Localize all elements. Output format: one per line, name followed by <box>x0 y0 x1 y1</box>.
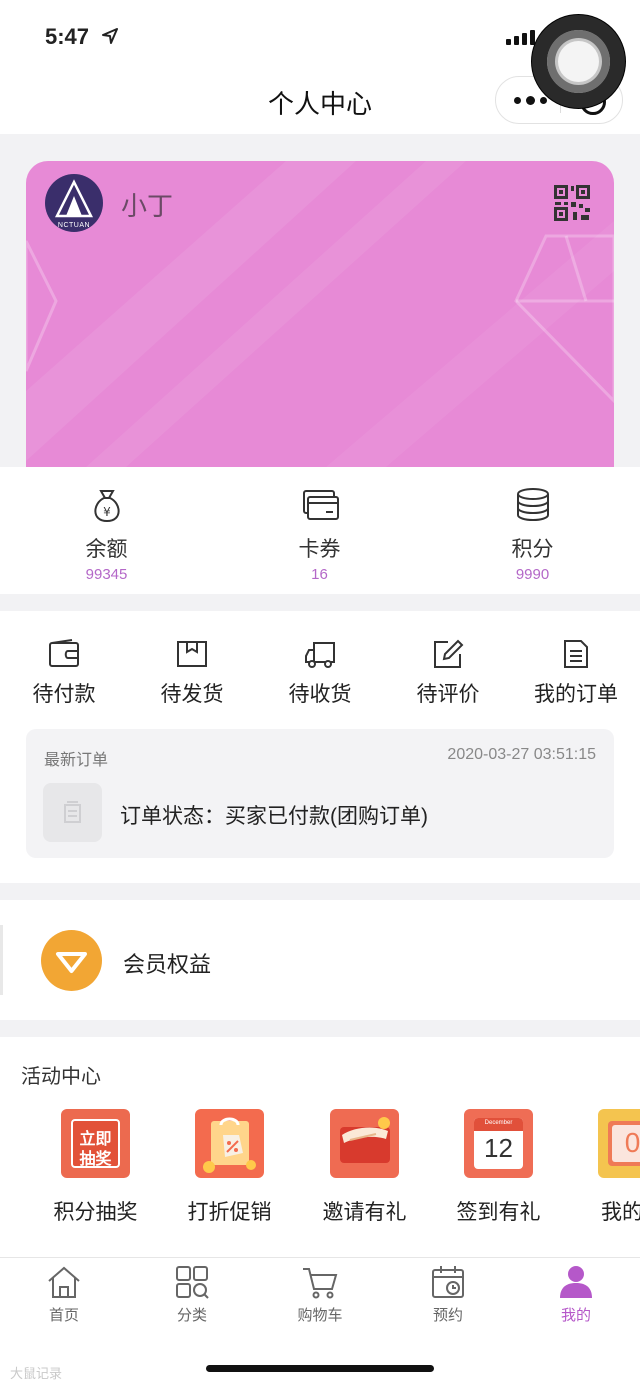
signal-icon <box>506 30 535 45</box>
status-time: 5:47 <box>45 24 90 49</box>
activity-center: 活动中心 立即 抽奖 积分抽奖 打折促销 邀请有礼 December 12 签到… <box>0 1037 640 1257</box>
asset-value: 9990 <box>515 566 550 583</box>
tab-label: 预约 <box>432 1307 463 1324</box>
card-decoration <box>26 161 614 467</box>
latest-order-status: 订单状态：买家已付款(团购订单) <box>120 805 428 828</box>
more-icon[interactable] <box>514 96 547 105</box>
assets-row: ¥ 余额 99345 卡券 16 积分 9990 <box>0 467 640 594</box>
qr-code-icon[interactable] <box>553 184 591 222</box>
group-icon: 0 <box>598 1109 640 1178</box>
edit-icon <box>434 639 464 668</box>
member-benefits-label: 会员权益 <box>123 952 212 977</box>
discount-icon <box>195 1109 264 1178</box>
tab-label: 购物车 <box>297 1307 343 1324</box>
order-thumbnail <box>43 783 102 842</box>
order-label: 待收货 <box>288 683 352 706</box>
order-label: 待发货 <box>160 683 224 706</box>
box-icon <box>177 641 207 667</box>
assistive-touch-button[interactable] <box>532 15 625 108</box>
tab-label: 分类 <box>176 1307 207 1324</box>
svg-text:¥: ¥ <box>103 505 111 519</box>
activity-title: 活动中心 <box>21 1066 101 1088</box>
user-name: 小丁 <box>121 191 174 221</box>
asset-value: 16 <box>311 566 328 583</box>
order-label: 我的订单 <box>534 683 618 706</box>
activity-label: 邀请有礼 <box>322 1201 407 1224</box>
asset-label: 积分 <box>511 538 554 561</box>
member-badge-icon <box>41 930 102 991</box>
member-benefits-row[interactable]: 会员权益 <box>0 900 640 1020</box>
location-arrow-icon <box>102 28 118 44</box>
activity-label: 签到有礼 <box>456 1201 541 1224</box>
asset-label: 余额 <box>85 538 128 561</box>
latest-order-title: 最新订单 <box>44 752 109 769</box>
home-icon <box>48 1266 80 1298</box>
calendar-checkin-icon: December 12 <box>464 1109 533 1178</box>
cart-icon <box>303 1268 338 1299</box>
list-icon <box>564 640 588 668</box>
member-card[interactable] <box>26 161 614 467</box>
latest-order-card[interactable]: 最新订单 2020-03-27 03:51:15 订单状态：买家已付款(团购订单… <box>26 729 614 858</box>
image-placeholder-icon <box>64 801 81 823</box>
coins-icon <box>517 488 549 522</box>
watermark: 大鼠记录 <box>10 1366 63 1381</box>
calendar-icon <box>432 1266 464 1298</box>
activity-label: 积分抽奖 <box>53 1201 138 1224</box>
category-icon <box>176 1266 209 1299</box>
orders-section: 待付款 待发货 待收货 待评价 我的订单 最新订单 2020-03-27 03:… <box>0 611 640 883</box>
avatar[interactable]: NCTUAN <box>45 174 103 232</box>
latest-order-time: 2020-03-27 03:51:15 <box>447 746 596 763</box>
tab-label: 我的 <box>560 1307 591 1324</box>
asset-label: 卡券 <box>298 538 341 561</box>
user-icon <box>560 1266 592 1298</box>
order-label: 待付款 <box>32 683 96 706</box>
wallet-icon <box>49 639 79 667</box>
truck-icon <box>305 642 335 668</box>
invite-gift-icon <box>330 1109 399 1178</box>
avatar-text: NCTUAN <box>57 222 91 229</box>
tab-label: 首页 <box>48 1307 79 1324</box>
activity-label: 我的团 <box>601 1201 640 1224</box>
lottery-icon: 立即 抽奖 <box>61 1109 130 1178</box>
asset-value: 99345 <box>85 566 128 583</box>
order-label: 待评价 <box>416 683 480 706</box>
card-icon <box>303 490 339 520</box>
home-indicator[interactable] <box>206 1365 434 1372</box>
money-bag-icon: ¥ <box>94 490 120 523</box>
activity-label: 打折促销 <box>187 1201 272 1224</box>
